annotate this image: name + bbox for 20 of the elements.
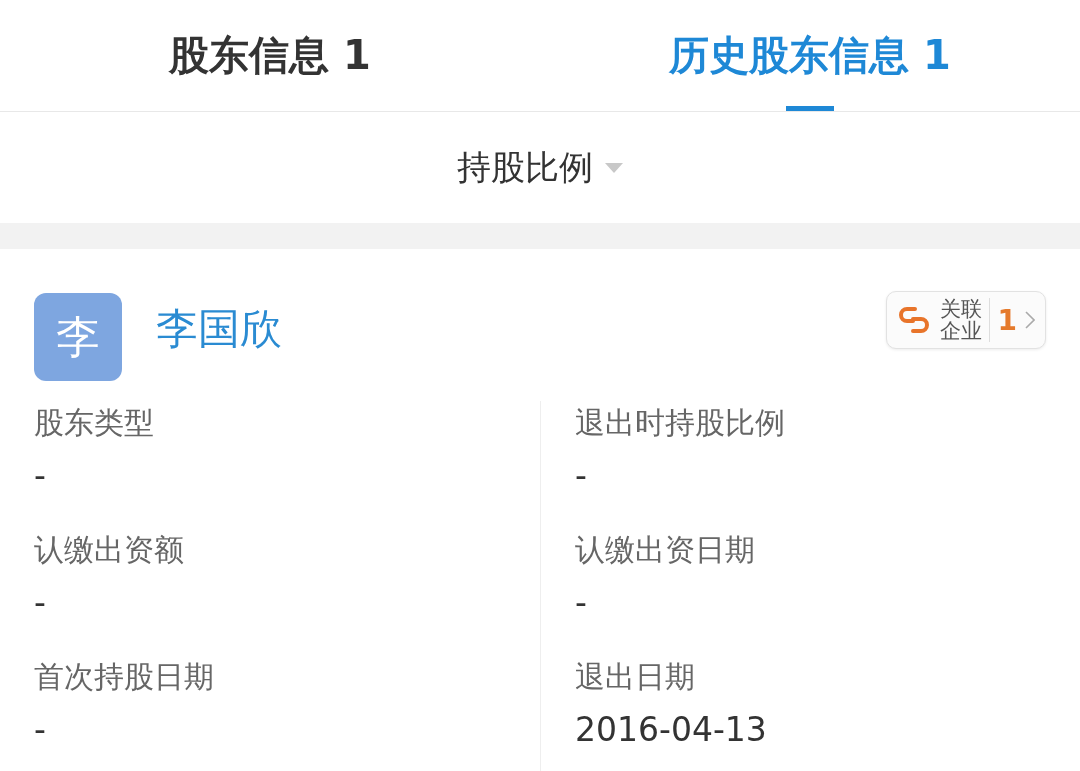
chevron-right-icon: [1025, 311, 1035, 330]
field-label: 股东类型: [34, 404, 155, 442]
field-label: 认缴出资额: [34, 531, 185, 569]
field-value: -: [34, 710, 47, 749]
field-label: 认缴出资日期: [575, 531, 756, 569]
field-value: -: [575, 456, 588, 495]
shareholder-name[interactable]: 李国欣: [156, 301, 282, 357]
field-label: 退出时持股比例: [575, 404, 786, 442]
field-value: -: [34, 583, 47, 622]
avatar: 李: [34, 293, 122, 381]
sort-dropdown[interactable]: 持股比例: [453, 144, 627, 191]
field-label: 首次持股日期: [34, 658, 215, 696]
field-label: 退出日期: [575, 658, 696, 696]
field-value: 2016-04-13: [575, 710, 768, 749]
field-value: -: [34, 456, 47, 495]
field-value: -: [575, 583, 588, 622]
tab[interactable]: 历史股东信息 1: [540, 0, 1080, 111]
tab[interactable]: 股东信息 1: [0, 0, 540, 111]
dropdown-caret-icon: [605, 162, 623, 173]
active-tab-indicator: [786, 106, 834, 111]
